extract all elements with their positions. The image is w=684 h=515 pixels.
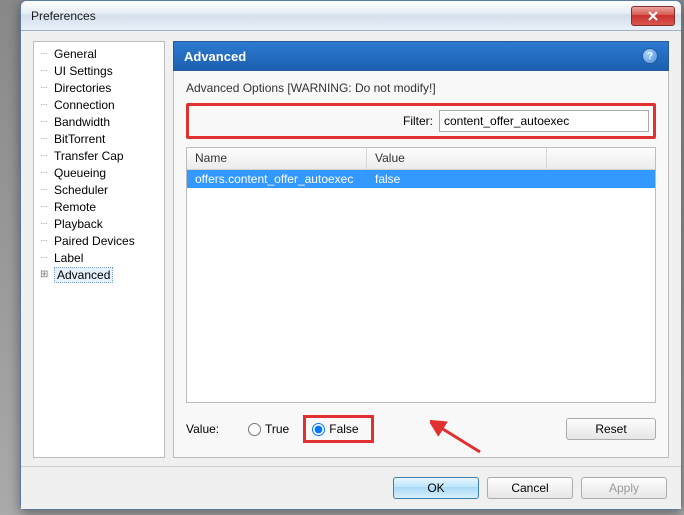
radio-false[interactable]: False — [303, 415, 373, 443]
category-tree[interactable]: ····General ····UI Settings ····Director… — [33, 41, 165, 458]
apply-button[interactable]: Apply — [581, 477, 667, 499]
cancel-button[interactable]: Cancel — [487, 477, 573, 499]
advanced-panel: Advanced ? Advanced Options [WARNING: Do… — [173, 41, 669, 458]
value-label: Value: — [186, 422, 234, 436]
filter-label: Filter: — [403, 114, 433, 128]
sidebar-item-advanced[interactable]: ⊞Advanced — [36, 266, 162, 283]
panel-body: Advanced Options [WARNING: Do not modify… — [173, 71, 669, 458]
ok-button[interactable]: OK — [393, 477, 479, 499]
dialog-body: ····General ····UI Settings ····Director… — [21, 31, 681, 466]
titlebar[interactable]: Preferences — [21, 1, 681, 31]
close-icon — [648, 11, 658, 21]
plus-icon[interactable]: ⊞ — [40, 269, 54, 280]
cell-value: false — [367, 171, 655, 187]
sidebar-item-scheduler[interactable]: ····Scheduler — [36, 181, 162, 198]
preferences-window: Preferences ····General ····UI Settings … — [20, 0, 682, 510]
sidebar-item-remote[interactable]: ····Remote — [36, 198, 162, 215]
table-row[interactable]: offers.content_offer_autoexec false — [187, 170, 655, 188]
cell-name: offers.content_offer_autoexec — [187, 171, 367, 187]
column-value[interactable]: Value — [367, 148, 547, 169]
radio-false-label: False — [329, 422, 358, 436]
sidebar-item-label[interactable]: ····Label — [36, 249, 162, 266]
panel-title: Advanced — [184, 49, 246, 64]
value-row: Value: True False Reset — [186, 411, 656, 447]
radio-false-input[interactable] — [312, 423, 325, 436]
filter-row: Filter: — [186, 103, 656, 139]
radio-true-input[interactable] — [248, 423, 261, 436]
sidebar-item-transfer-cap[interactable]: ····Transfer Cap — [36, 147, 162, 164]
sidebar-item-bandwidth[interactable]: ····Bandwidth — [36, 113, 162, 130]
warning-text: Advanced Options [WARNING: Do not modify… — [186, 81, 656, 95]
close-button[interactable] — [631, 6, 675, 26]
window-title: Preferences — [27, 9, 631, 23]
options-table[interactable]: Name Value offers.content_offer_autoexec… — [186, 147, 656, 403]
sidebar-item-directories[interactable]: ····Directories — [36, 79, 162, 96]
radio-true-label: True — [265, 422, 289, 436]
table-header: Name Value — [187, 148, 655, 170]
help-icon[interactable]: ? — [642, 48, 658, 64]
column-spacer — [547, 148, 655, 169]
sidebar-item-ui-settings[interactable]: ····UI Settings — [36, 62, 162, 79]
panel-header: Advanced ? — [173, 41, 669, 71]
reset-button[interactable]: Reset — [566, 418, 656, 440]
sidebar-item-connection[interactable]: ····Connection — [36, 96, 162, 113]
table-body: offers.content_offer_autoexec false — [187, 170, 655, 402]
sidebar-item-playback[interactable]: ····Playback — [36, 215, 162, 232]
sidebar-item-bittorrent[interactable]: ····BitTorrent — [36, 130, 162, 147]
sidebar-item-queueing[interactable]: ····Queueing — [36, 164, 162, 181]
sidebar-item-paired-devices[interactable]: ····Paired Devices — [36, 232, 162, 249]
column-name[interactable]: Name — [187, 148, 367, 169]
filter-input[interactable] — [439, 110, 649, 132]
dialog-footer: OK Cancel Apply — [21, 466, 681, 509]
radio-true[interactable]: True — [244, 420, 293, 438]
sidebar-item-general[interactable]: ····General — [36, 45, 162, 62]
